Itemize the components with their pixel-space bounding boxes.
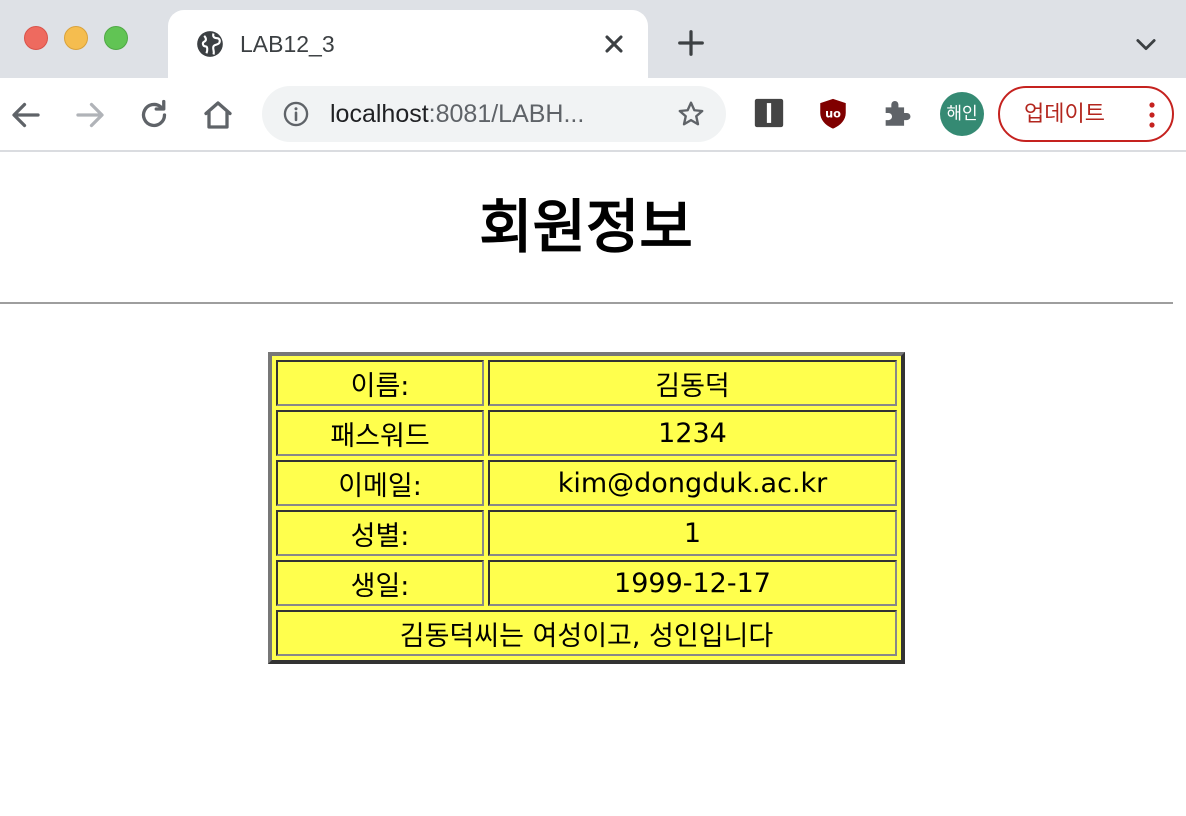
home-icon[interactable]	[200, 97, 236, 133]
name-value: 김동덕	[488, 360, 897, 406]
member-info-table: 이름: 김동덕 패스워드 1234 이메일: kim@dongduk.ac.kr…	[268, 352, 905, 664]
table-row: 김동덕씨는 여성이고, 성인입니다	[276, 610, 897, 656]
table-row: 이름: 김동덕	[276, 360, 897, 406]
plus-icon[interactable]	[676, 28, 706, 58]
horizontal-rule	[0, 302, 1173, 304]
update-button-label: 업데이트	[1024, 102, 1105, 127]
name-label: 이름:	[276, 360, 484, 406]
active-tab[interactable]: LAB12_3	[168, 10, 648, 78]
reload-icon[interactable]	[136, 97, 172, 133]
profile-avatar[interactable]: 해인	[940, 92, 984, 136]
address-bar[interactable]: localhost:8081/LABH...	[262, 86, 726, 142]
tab-strip: LAB12_3	[0, 0, 1186, 78]
bookmark-extension-icon[interactable]	[752, 96, 786, 130]
svg-text:uo: uo	[825, 106, 841, 120]
close-icon[interactable]	[600, 30, 628, 58]
info-icon[interactable]	[282, 100, 310, 128]
puzzle-icon[interactable]	[880, 96, 914, 130]
arrow-right-icon[interactable]	[72, 97, 108, 133]
table-row: 패스워드 1234	[276, 410, 897, 456]
summary-cell: 김동덕씨는 여성이고, 성인입니다	[276, 610, 897, 656]
globe-icon	[197, 31, 223, 57]
page-content: 회원정보 이름: 김동덕 패스워드 1234 이메일: kim@dongduk.…	[0, 152, 1186, 816]
gender-value: 1	[488, 510, 897, 556]
page-title: 회원정보	[479, 193, 693, 261]
table-row: 생일: 1999-12-17	[276, 560, 897, 606]
update-button[interactable]: 업데이트	[998, 86, 1174, 142]
email-value: kim@dongduk.ac.kr	[488, 460, 897, 506]
chevron-down-icon[interactable]	[1132, 30, 1160, 58]
url-path: :8081/LABH...	[428, 100, 585, 128]
table-row: 성별: 1	[276, 510, 897, 556]
password-value: 1234	[488, 410, 897, 456]
arrow-left-icon[interactable]	[8, 97, 44, 133]
birthday-label: 생일:	[276, 560, 484, 606]
window-zoom-button[interactable]	[104, 26, 128, 50]
email-label: 이메일:	[276, 460, 484, 506]
window-minimize-button[interactable]	[64, 26, 88, 50]
gender-label: 성별:	[276, 510, 484, 556]
birthday-value: 1999-12-17	[488, 560, 897, 606]
url-text[interactable]: localhost:8081/LABH...	[330, 97, 584, 131]
kebab-menu-icon[interactable]	[1146, 100, 1158, 130]
table-row: 이메일: kim@dongduk.ac.kr	[276, 460, 897, 506]
password-label: 패스워드	[276, 410, 484, 456]
star-icon[interactable]	[676, 99, 706, 129]
url-host: localhost	[330, 100, 429, 128]
tab-title: LAB12_3	[240, 31, 335, 57]
ublock-icon[interactable]: uo	[816, 96, 850, 130]
browser-toolbar: localhost:8081/LABH... uo 해인 업데이트	[0, 78, 1186, 152]
window-close-button[interactable]	[24, 26, 48, 50]
